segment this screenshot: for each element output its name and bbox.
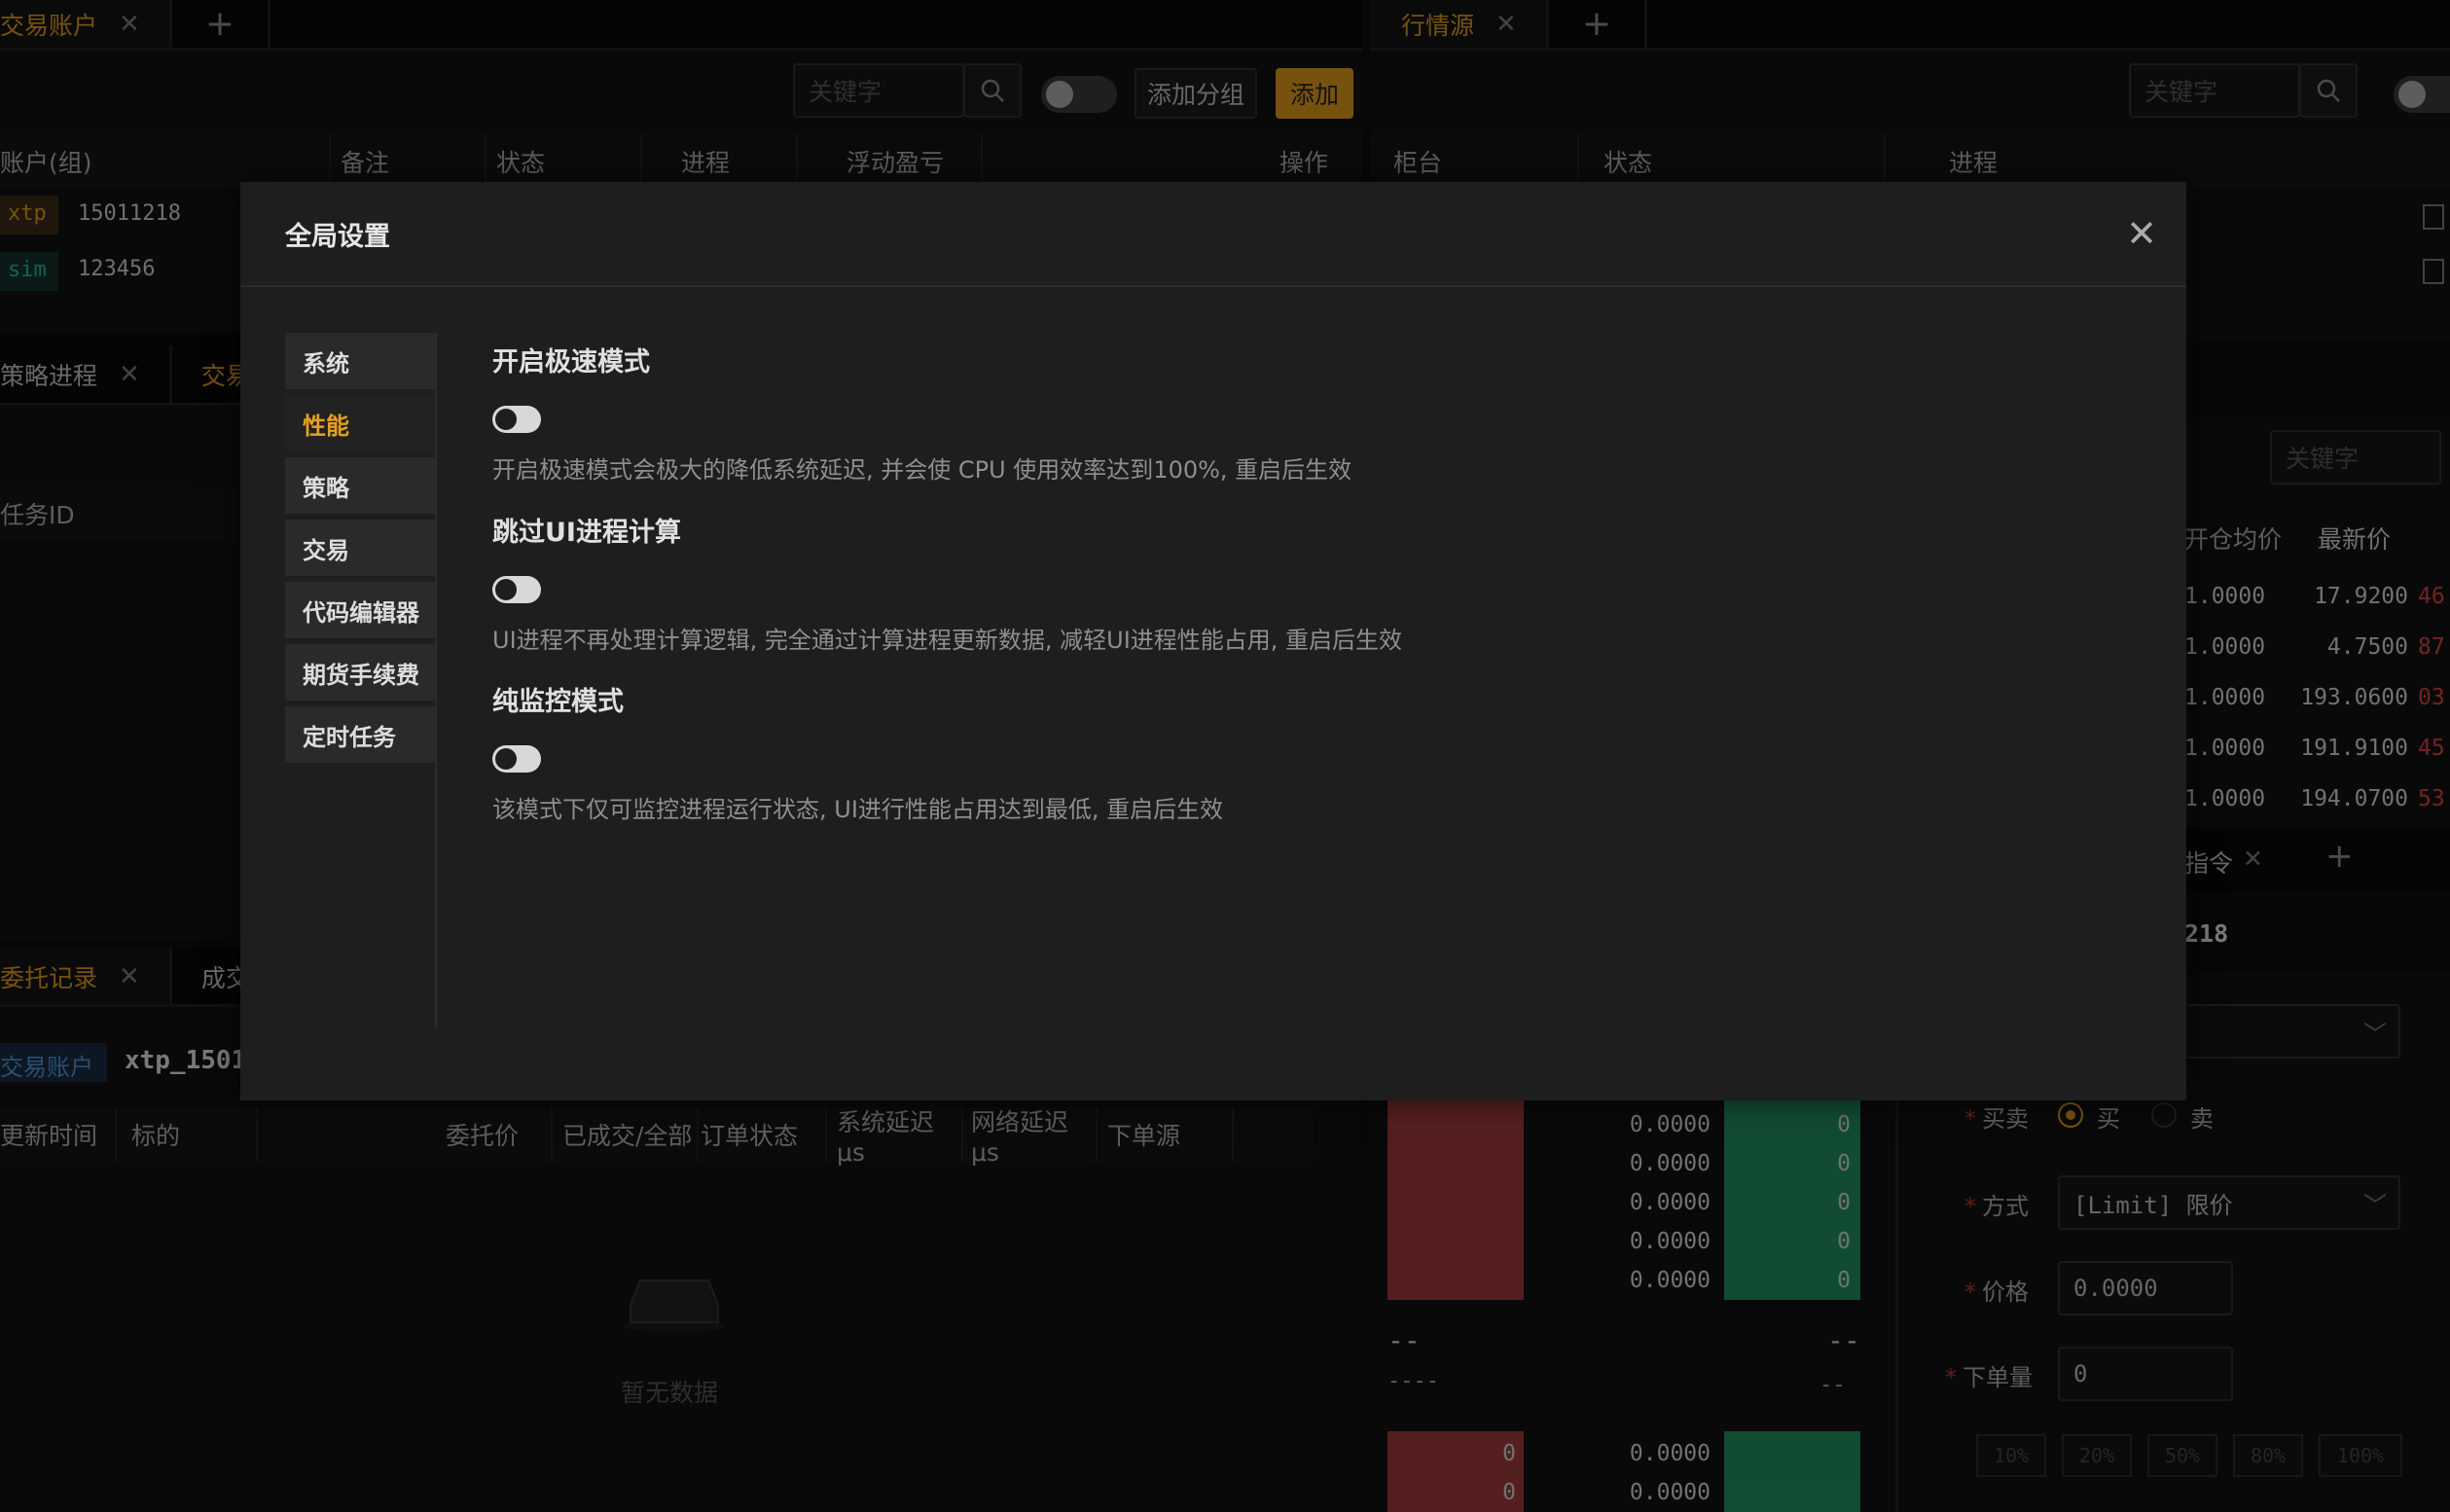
option-turbo-mode: 开启极速模式 开启极速模式会极大的降低系统延迟, 并会使 CPU 使用效率达到1… <box>492 341 1351 485</box>
menu-item-performance[interactable]: 性能 <box>285 395 437 451</box>
close-icon[interactable]: ✕ <box>2126 212 2157 255</box>
menu-divider <box>435 333 437 1027</box>
option-title: 开启极速模式 <box>492 347 650 378</box>
modal-header: 全局设置 ✕ <box>240 182 2186 287</box>
modal-title: 全局设置 <box>285 221 390 252</box>
option-description: 开启极速模式会极大的降低系统延迟, 并会使 CPU 使用效率达到100%, 重启… <box>492 456 1352 484</box>
menu-item-system[interactable]: 系统 <box>285 333 437 389</box>
menu-item-strategy[interactable]: 策略 <box>285 457 437 514</box>
option-description: UI进程不再处理计算逻辑, 完全通过计算进程更新数据, 减轻UI进程性能占用, … <box>492 627 1403 654</box>
turbo-mode-toggle[interactable] <box>492 406 541 433</box>
option-title: 跳过UI进程计算 <box>492 518 681 548</box>
skip-ui-calc-toggle[interactable] <box>492 576 541 603</box>
option-title: 纯监控模式 <box>492 687 624 717</box>
option-skip-ui-calc: 跳过UI进程计算 UI进程不再处理计算逻辑, 完全通过计算进程更新数据, 减轻U… <box>492 511 1402 655</box>
menu-item-futures-fees[interactable]: 期货手续费 <box>285 644 437 701</box>
global-settings-modal: 全局设置 ✕ 系统 性能 策略 交易 代码编辑器 期货手续费 定时任务 开启极速… <box>240 182 2186 1100</box>
settings-menu: 系统 性能 策略 交易 代码编辑器 期货手续费 定时任务 <box>285 333 437 769</box>
option-monitor-only: 纯监控模式 该模式下仅可监控进程运行状态, UI进行性能占用达到最低, 重启后生… <box>492 680 1223 824</box>
monitor-only-toggle[interactable] <box>492 745 541 773</box>
option-description: 该模式下仅可监控进程运行状态, UI进行性能占用达到最低, 重启后生效 <box>492 796 1224 823</box>
menu-item-code-editor[interactable]: 代码编辑器 <box>285 582 437 638</box>
menu-item-trade[interactable]: 交易 <box>285 520 437 576</box>
menu-item-scheduled-tasks[interactable]: 定时任务 <box>285 706 437 763</box>
